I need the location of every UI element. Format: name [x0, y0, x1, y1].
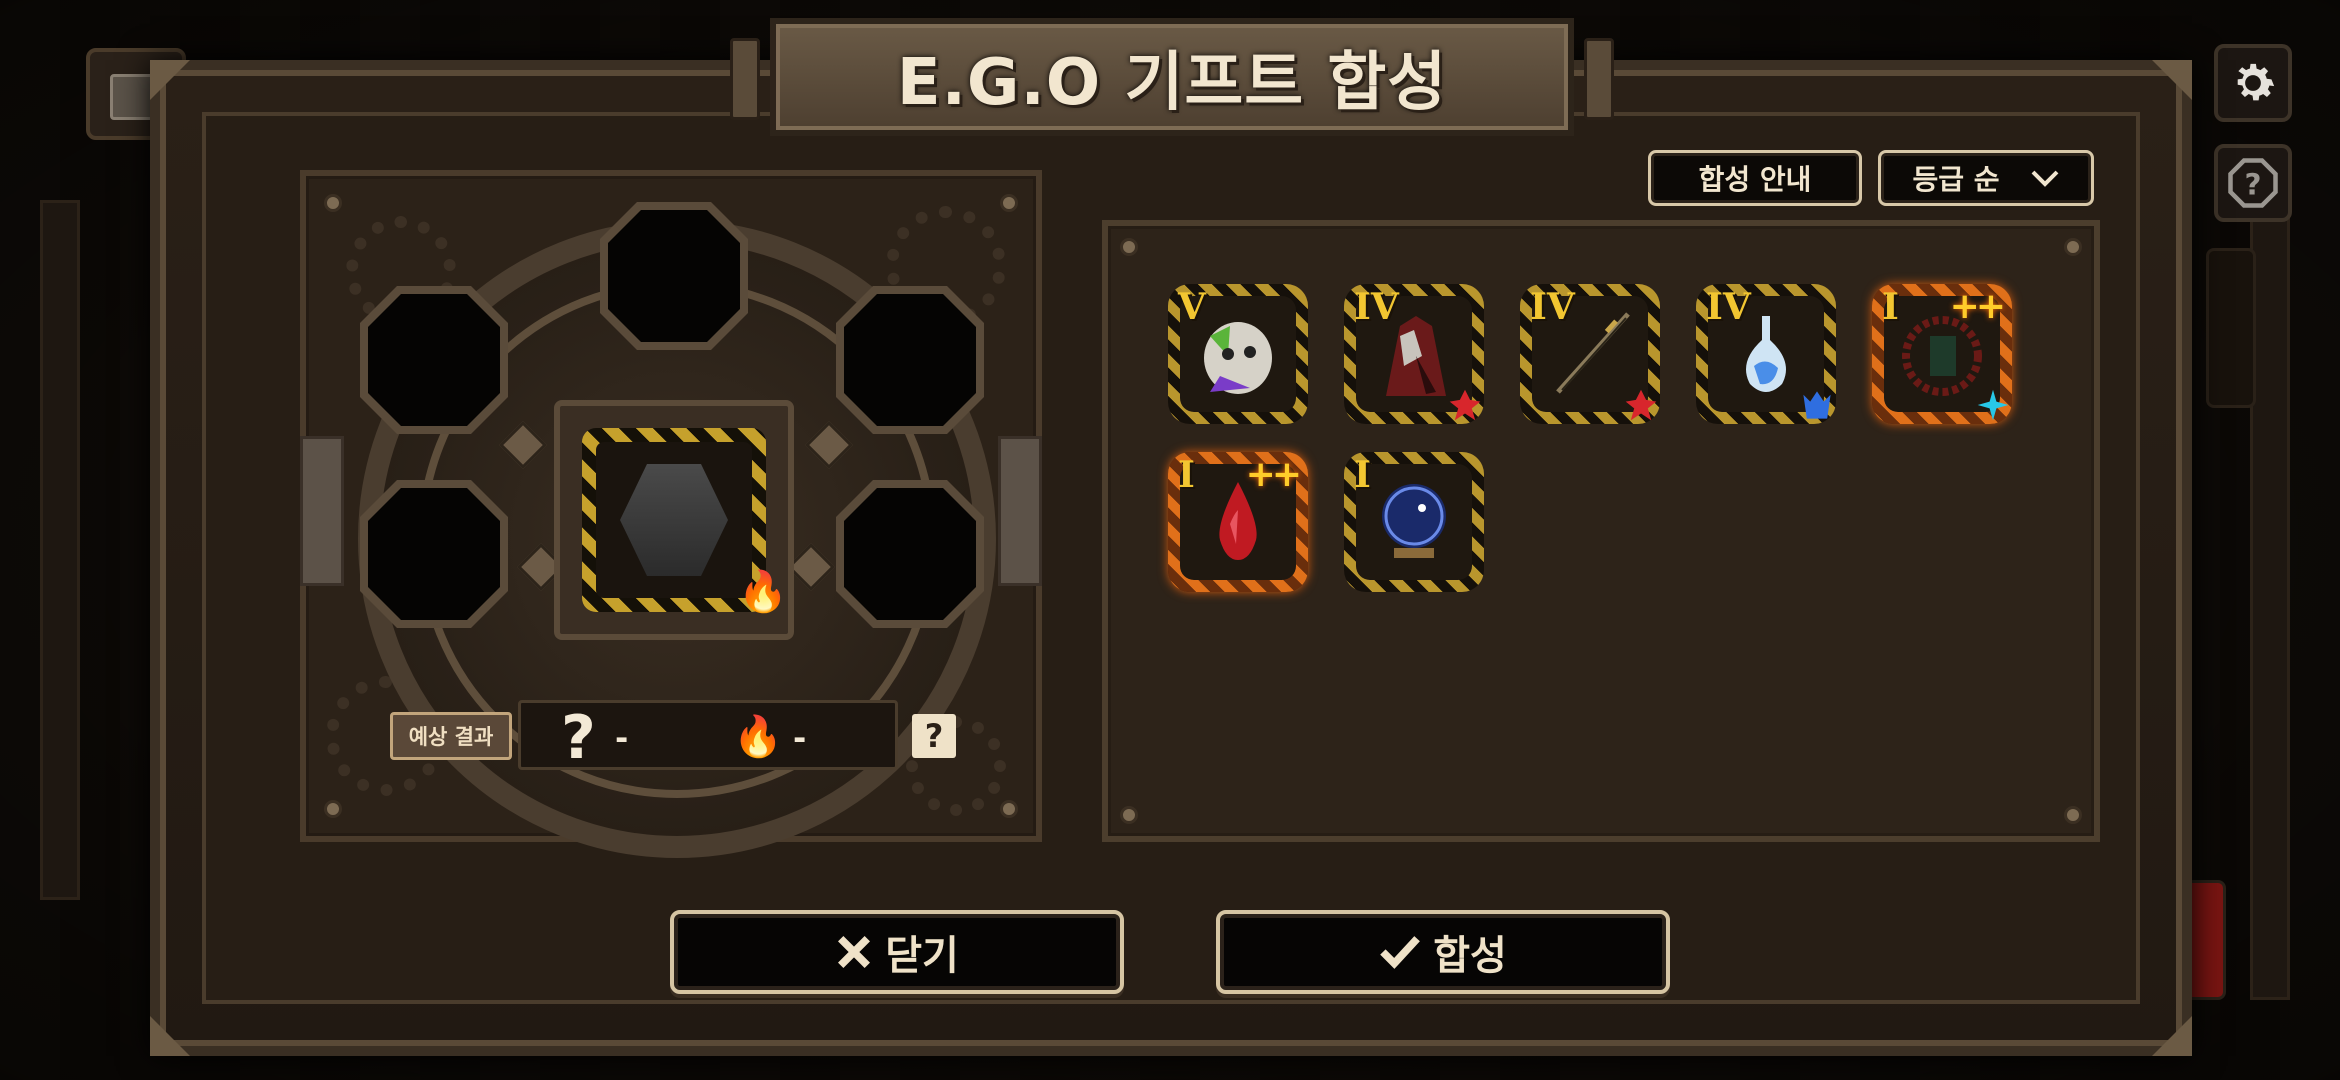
gift-slot-lower-right[interactable]: [836, 480, 984, 628]
burn-keyword-icon: 🔥: [738, 569, 788, 615]
gift-card[interactable]: I: [1344, 452, 1484, 592]
expected-result-label: 예상 결과: [390, 712, 512, 760]
gift-tier: I: [1354, 454, 1371, 496]
synthesize-button-label: 합성: [1433, 933, 1507, 979]
screw: [2064, 806, 2082, 824]
result-slot-inner: [596, 442, 752, 598]
empty-gift-hexagon: [620, 464, 728, 576]
synthesis-guide-button[interactable]: 합성 안내: [1648, 150, 1862, 206]
panel-corner: [150, 60, 190, 100]
bg-pipe-left: [40, 200, 80, 900]
settings-button[interactable]: [2214, 44, 2292, 122]
sort-dropdown[interactable]: 등급 순: [1878, 150, 2094, 206]
gift-card[interactable]: I ++: [1872, 284, 2012, 424]
wrath-affinity-icon: [1449, 389, 1481, 421]
gift-tier: IV: [1530, 286, 1575, 328]
gift-slot-upper-left[interactable]: [360, 286, 508, 434]
panel-corner: [2152, 1016, 2192, 1056]
title-bolt-left: [730, 38, 760, 120]
expected-grade: ?: [561, 703, 596, 773]
screw: [1000, 800, 1018, 818]
side-clamp-right: [998, 436, 1042, 586]
chevron-down-icon: [2031, 170, 2058, 187]
gift-card[interactable]: IV: [1696, 284, 1836, 424]
question-octagon-icon: ?: [2228, 158, 2278, 208]
gift-slot-upper-right[interactable]: [836, 286, 984, 434]
gift-tier: IV: [1354, 286, 1399, 328]
page-title: E.G.O 기프트 합성: [896, 46, 1448, 120]
title-bolt-right: [1584, 38, 1614, 120]
expected-result-box: ? - 🔥 -: [518, 700, 898, 773]
screw: [1120, 238, 1138, 256]
checkmark-icon: [1380, 936, 1421, 969]
gift-card[interactable]: IV: [1520, 284, 1660, 424]
gift-tier: I: [1882, 286, 1899, 328]
gift-card[interactable]: V: [1168, 284, 1308, 424]
sort-dropdown-label: 등급 순: [1912, 163, 2000, 196]
panel-corner: [2152, 60, 2192, 100]
gloom-affinity-icon: [1803, 391, 1831, 419]
expected-keyword-value: -: [793, 719, 807, 757]
gift-slot-top[interactable]: [600, 202, 748, 350]
synthesize-button[interactable]: 합성: [1216, 910, 1670, 994]
gift-image: [1356, 464, 1472, 580]
bg-lever-box: [2206, 248, 2256, 408]
gear-icon: [2237, 63, 2275, 101]
help-button[interactable]: ?: [2214, 144, 2292, 222]
gift-card[interactable]: IV: [1344, 284, 1484, 424]
screw: [1000, 194, 1018, 212]
gift-upgrade-level: ++: [1949, 286, 2006, 327]
close-icon: [838, 936, 871, 968]
screw: [324, 800, 342, 818]
gift-tier: IV: [1706, 286, 1751, 328]
wrath-affinity-icon: [1625, 389, 1657, 421]
panel-corner: [150, 1016, 190, 1056]
result-slot: 🔥: [554, 400, 794, 640]
expected-result-help-button[interactable]: ?: [912, 714, 956, 758]
screw: [324, 194, 342, 212]
expected-grade-value: -: [615, 719, 629, 757]
screw: [1120, 806, 1138, 824]
screw: [2064, 238, 2082, 256]
crystal-ball-gift-icon: [1382, 484, 1446, 558]
envy-affinity-icon: [1977, 389, 2009, 421]
gift-slot-lower-left[interactable]: [360, 480, 508, 628]
gift-tier: V: [1178, 286, 1206, 328]
gift-upgrade-level: ++: [1245, 454, 1302, 495]
close-button[interactable]: 닫기: [670, 910, 1124, 994]
bg-pipe-right: [2250, 200, 2290, 1000]
svg-text:?: ?: [2245, 167, 2262, 201]
side-clamp-left: [300, 436, 344, 586]
burn-keyword-icon: 🔥: [733, 714, 783, 760]
gift-card[interactable]: I ++: [1168, 452, 1308, 592]
title-plate: E.G.O 기프트 합성: [730, 18, 1614, 136]
synthesis-guide-label: 합성 안내: [1698, 163, 1812, 196]
gift-tier: I: [1178, 454, 1195, 496]
close-button-label: 닫기: [885, 933, 959, 979]
